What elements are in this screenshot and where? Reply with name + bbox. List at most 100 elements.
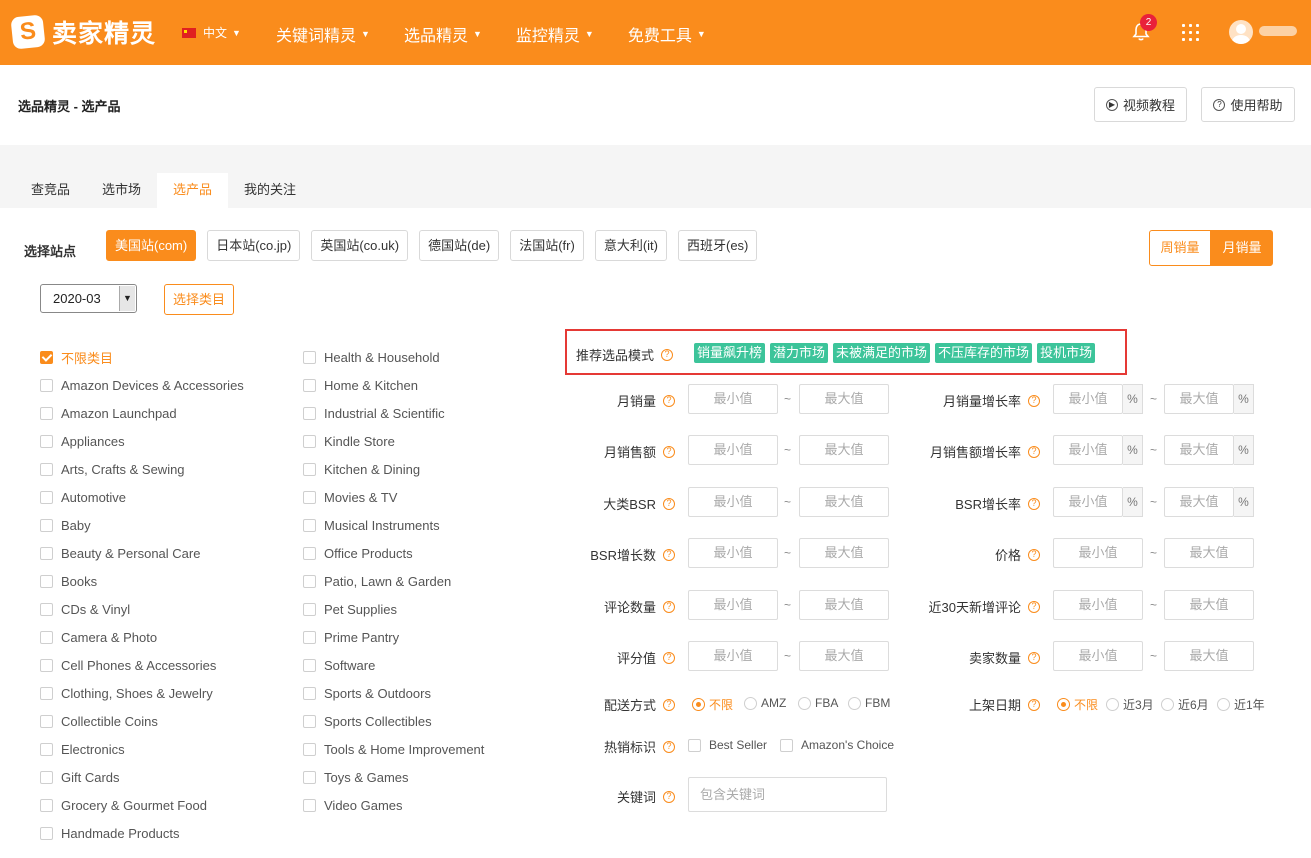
category-item[interactable]: Camera & Photo xyxy=(40,623,244,651)
range-input[interactable]: 最小值 xyxy=(1053,487,1123,517)
range-input[interactable]: 最小值 xyxy=(688,487,778,517)
tab-market[interactable]: 选市场 xyxy=(86,173,157,208)
range-input[interactable]: 最大值 xyxy=(799,384,889,414)
tab-products[interactable]: 选产品 xyxy=(157,173,229,209)
category-item[interactable]: Video Games xyxy=(303,791,484,819)
station-us[interactable]: 美国站(com) xyxy=(106,230,197,261)
avatar[interactable] xyxy=(1229,20,1253,44)
range-input[interactable]: 最大值 xyxy=(799,487,889,517)
rec-tag-no-stock-market[interactable]: 不压库存的市场 xyxy=(935,343,1033,363)
help-icon[interactable]: ? xyxy=(1028,600,1040,613)
help-button[interactable]: ? 使用帮助 xyxy=(1201,87,1295,122)
logo[interactable]: S 卖家精灵 xyxy=(10,13,156,51)
range-input[interactable]: 最小值 xyxy=(1053,538,1143,568)
rec-tag-potential-market[interactable]: 潜力市场 xyxy=(770,343,829,363)
range-input[interactable]: 最小值 xyxy=(688,384,778,414)
nav-free-tools[interactable]: 免费工具 ▼ xyxy=(628,22,706,46)
help-icon[interactable]: ? xyxy=(663,790,675,803)
tab-competitors[interactable]: 查竞品 xyxy=(15,173,86,208)
station-fr[interactable]: 法国站(fr) xyxy=(510,230,584,261)
category-item[interactable]: Arts, Crafts & Sewing xyxy=(40,455,244,483)
range-input[interactable]: 最小值 xyxy=(688,590,778,620)
category-item[interactable]: CDs & Vinyl xyxy=(40,595,244,623)
category-item[interactable]: Clothing, Shoes & Jewelry xyxy=(40,679,244,707)
range-input[interactable]: 最大值 xyxy=(1164,435,1234,465)
rec-tag-unmet-market[interactable]: 未被满足的市场 xyxy=(833,343,931,363)
shipping-option-any[interactable]: 不限 xyxy=(692,696,733,713)
help-icon[interactable]: ? xyxy=(663,698,675,711)
category-item[interactable]: Collectible Coins xyxy=(40,707,244,735)
range-input[interactable]: 最小值 xyxy=(688,435,778,465)
category-item[interactable]: Sports & Outdoors xyxy=(303,679,484,707)
range-input[interactable]: 最小值 xyxy=(1053,384,1123,414)
apps-grid-icon[interactable] xyxy=(1182,24,1199,41)
help-icon[interactable]: ? xyxy=(1028,548,1040,561)
help-icon[interactable]: ? xyxy=(1028,698,1040,711)
shipping-option-amz[interactable]: AMZ xyxy=(744,696,786,710)
station-it[interactable]: 意大利(it) xyxy=(594,230,667,261)
category-item[interactable]: Electronics xyxy=(40,735,244,763)
category-item[interactable]: Amazon Launchpad xyxy=(40,399,244,427)
help-icon[interactable]: ? xyxy=(1028,651,1040,664)
category-item[interactable]: Cell Phones & Accessories xyxy=(40,651,244,679)
category-item[interactable]: Musical Instruments xyxy=(303,511,484,539)
range-input[interactable]: 最小值 xyxy=(1053,641,1143,671)
rec-tag-sales-surge[interactable]: 销量飙升榜 xyxy=(694,343,766,363)
help-icon[interactable]: ? xyxy=(663,740,675,753)
category-item[interactable]: Sports Collectibles xyxy=(303,707,484,735)
select-category-button[interactable]: 选择类目 xyxy=(164,284,234,315)
range-input[interactable]: 最大值 xyxy=(1164,487,1234,517)
category-item[interactable]: Home & Kitchen xyxy=(303,371,484,399)
range-input[interactable]: 最小值 xyxy=(688,538,778,568)
nav-product-genie[interactable]: 选品精灵 ▼ xyxy=(404,22,482,46)
listing-date-any[interactable]: 不限 xyxy=(1057,696,1098,713)
help-icon[interactable]: ? xyxy=(663,548,675,561)
category-item[interactable]: Patio, Lawn & Garden xyxy=(303,567,484,595)
category-item[interactable]: Amazon Devices & Accessories xyxy=(40,371,244,399)
category-item[interactable]: Industrial & Scientific xyxy=(303,399,484,427)
listing-date-1y[interactable]: 近1年 xyxy=(1217,696,1265,713)
language-selector[interactable]: 中文 ▼ xyxy=(182,24,241,41)
category-item[interactable]: Kindle Store xyxy=(303,427,484,455)
badge-best-seller[interactable]: Best Seller xyxy=(688,738,767,752)
listing-date-3m[interactable]: 近3月 xyxy=(1106,696,1154,713)
category-item[interactable]: Software xyxy=(303,651,484,679)
category-item[interactable]: Books xyxy=(40,567,244,595)
help-icon[interactable]: ? xyxy=(1028,445,1040,458)
range-input[interactable]: 最大值 xyxy=(1164,384,1234,414)
help-icon[interactable]: ? xyxy=(663,600,675,613)
category-item[interactable]: Office Products xyxy=(303,539,484,567)
listing-date-6m[interactable]: 近6月 xyxy=(1161,696,1209,713)
category-item[interactable]: Pet Supplies xyxy=(303,595,484,623)
range-input[interactable]: 最小值 xyxy=(1053,590,1143,620)
shipping-option-fba[interactable]: FBA xyxy=(798,696,838,710)
monthly-sales-button[interactable]: 月销量 xyxy=(1211,230,1273,266)
user-name-redacted[interactable] xyxy=(1259,26,1297,36)
shipping-option-fbm[interactable]: FBM xyxy=(848,696,890,710)
range-input[interactable]: 最大值 xyxy=(799,538,889,568)
category-item[interactable]: Appliances xyxy=(40,427,244,455)
range-input[interactable]: 最小值 xyxy=(688,641,778,671)
help-icon[interactable]: ? xyxy=(663,394,675,407)
range-input[interactable]: 最大值 xyxy=(1164,641,1254,671)
help-icon[interactable]: ? xyxy=(1028,394,1040,407)
category-item[interactable]: 不限类目 xyxy=(40,343,244,371)
help-icon[interactable]: ? xyxy=(1028,497,1040,510)
category-item[interactable]: Baby xyxy=(40,511,244,539)
help-icon[interactable]: ? xyxy=(663,445,675,458)
range-input[interactable]: 最大值 xyxy=(799,641,889,671)
category-item[interactable]: Toys & Games xyxy=(303,763,484,791)
category-item[interactable]: Tools & Home Improvement xyxy=(303,735,484,763)
station-uk[interactable]: 英国站(co.uk) xyxy=(311,230,409,261)
category-item[interactable]: Kitchen & Dining xyxy=(303,455,484,483)
date-select[interactable]: 2020-03 ▼ xyxy=(40,284,137,313)
tab-favorites[interactable]: 我的关注 xyxy=(228,173,312,208)
help-icon[interactable]: ? xyxy=(661,348,674,361)
category-item[interactable]: Automotive xyxy=(40,483,244,511)
category-item[interactable]: Health & Household xyxy=(303,343,484,371)
category-item[interactable]: Movies & TV xyxy=(303,483,484,511)
category-item[interactable]: Grocery & Gourmet Food xyxy=(40,791,244,819)
range-input[interactable]: 最大值 xyxy=(1164,538,1254,568)
category-item[interactable]: Handmade Products xyxy=(40,819,244,847)
station-de[interactable]: 德国站(de) xyxy=(419,230,500,261)
